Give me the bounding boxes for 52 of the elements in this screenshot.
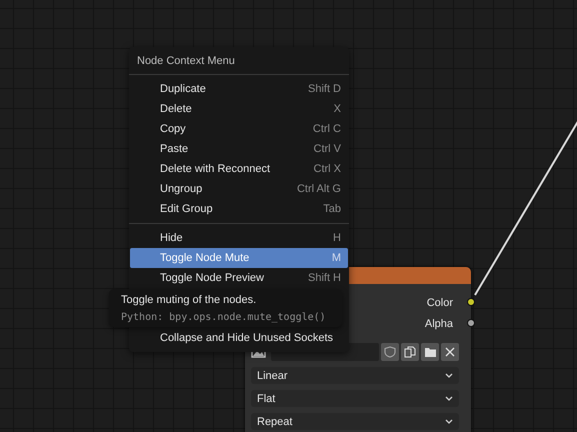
tooltip-python: Python: bpy.ops.node.mute_toggle(): [121, 312, 327, 323]
dropdown-value: Flat: [257, 392, 276, 404]
shortcut-label: Ctrl X: [314, 163, 341, 175]
chevron-down-icon: [445, 396, 453, 402]
menu-item[interactable]: Duplicate Shift D: [130, 79, 348, 99]
shortcut-label: Ctrl Alt G: [296, 183, 341, 195]
dropdown[interactable]: Flat: [251, 390, 459, 407]
menu-item-label: Toggle Node Preview: [160, 272, 264, 284]
menu-item-label: Paste: [160, 143, 188, 155]
shortcut-label: Shift H: [308, 272, 341, 284]
menu-item-label: Delete with Reconnect: [160, 163, 270, 175]
menu-item[interactable]: Collapse and Hide Unused Sockets: [130, 328, 348, 348]
socket-dot[interactable]: [467, 319, 475, 327]
tooltip-description: Toggle muting of the nodes.: [121, 294, 258, 306]
duplicate-icon[interactable]: [401, 343, 419, 361]
dropdown[interactable]: Linear: [251, 367, 459, 384]
menu-item[interactable]: Toggle Node Preview Shift H: [130, 268, 348, 288]
menu-item-label: Duplicate: [160, 83, 206, 95]
shortcut-label: X: [334, 103, 341, 115]
menu-item[interactable]: Paste Ctrl V: [130, 139, 348, 159]
folder-icon[interactable]: [421, 343, 439, 361]
chevron-down-icon: [445, 372, 453, 378]
menu-item[interactable]: Hide H: [130, 228, 348, 248]
menu-item-label: Delete: [160, 103, 192, 115]
menu-item-label: Copy: [160, 123, 186, 135]
shortcut-label: M: [332, 252, 341, 264]
dropdown-value: Linear: [257, 370, 288, 382]
menu-item[interactable]: Edit Group Tab: [130, 199, 348, 219]
menu-item-label: Ungroup: [160, 183, 202, 195]
shield-icon[interactable]: [381, 343, 399, 361]
menu-item-label: Collapse and Hide Unused Sockets: [160, 332, 334, 344]
menu-item[interactable]: Delete X: [130, 99, 348, 119]
dropdown[interactable]: Repeat: [251, 413, 459, 430]
close-icon[interactable]: [441, 343, 459, 361]
shortcut-label: Shift D: [308, 83, 341, 95]
output-socket-label: Color: [426, 296, 453, 308]
menu-item[interactable]: Copy Ctrl C: [130, 119, 348, 139]
menu-item-label: Toggle Node Mute: [160, 252, 250, 264]
shortcut-label: Ctrl C: [312, 123, 341, 135]
menu-item-label: Hide: [160, 232, 183, 244]
socket-dot[interactable]: [467, 298, 475, 306]
shortcut-label: H: [333, 232, 341, 244]
menu-item[interactable]: Ungroup Ctrl Alt G: [130, 179, 348, 199]
menu-item-label: Edit Group: [160, 203, 213, 215]
menu-item[interactable]: Toggle Node Mute M: [130, 248, 348, 268]
output-socket-label: Alpha: [424, 318, 453, 330]
shortcut-label: Tab: [323, 203, 341, 215]
chevron-down-icon: [445, 418, 453, 424]
dropdown-value: Repeat: [257, 416, 292, 428]
menu-title: Node Context Menu: [129, 47, 349, 75]
menu-item[interactable]: Delete with Reconnect Ctrl X: [130, 159, 348, 179]
shortcut-label: Ctrl V: [314, 143, 341, 155]
